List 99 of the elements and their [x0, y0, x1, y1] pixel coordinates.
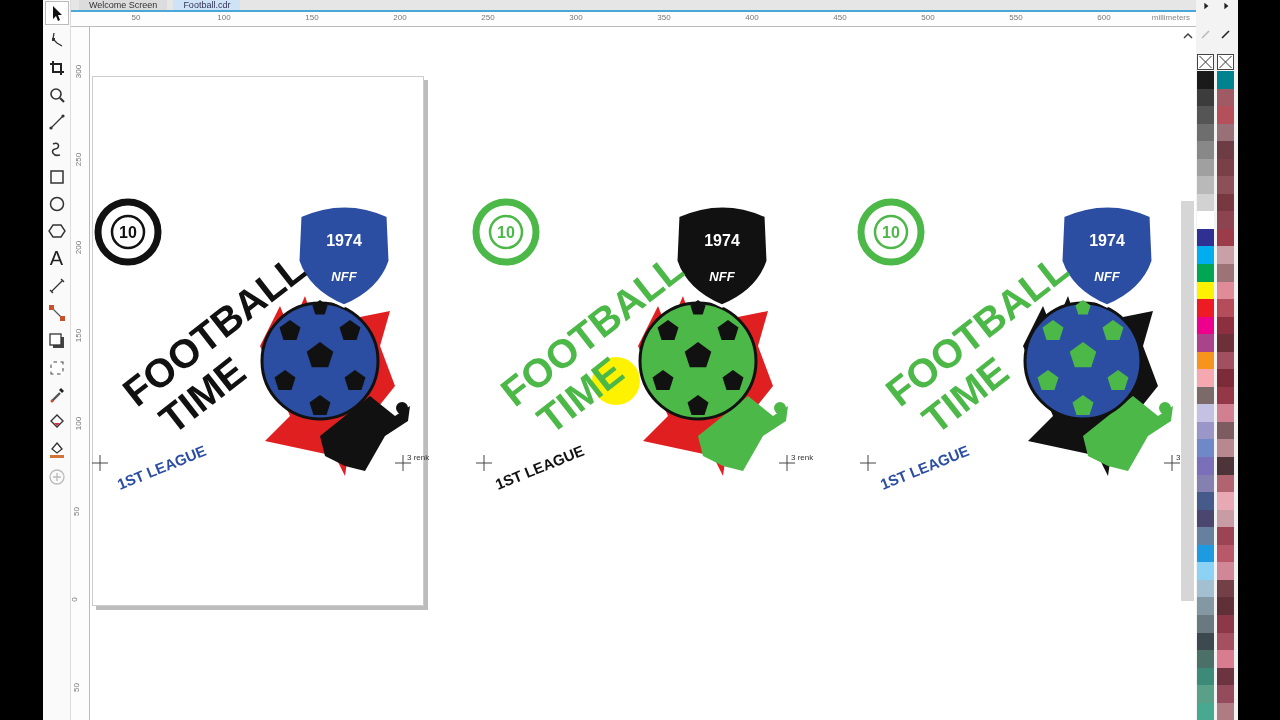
ruler-label: 450: [833, 13, 847, 22]
color-swatch[interactable]: [1217, 246, 1234, 264]
crosshair-icon: [393, 453, 413, 473]
color-swatch[interactable]: [1217, 299, 1234, 317]
ruler-label: 100: [217, 13, 231, 22]
ruler-label: 600: [1097, 13, 1111, 22]
crest-year: 1974: [326, 232, 362, 249]
connector-icon: [47, 304, 66, 323]
color-swatch[interactable]: [1217, 439, 1234, 458]
color-swatch[interactable]: [1217, 457, 1234, 475]
document-tab[interactable]: Football.cdr: [173, 0, 241, 10]
color-swatch[interactable]: [1217, 562, 1234, 580]
color-swatch[interactable]: [1217, 176, 1234, 194]
crest-initials: NFF: [1094, 269, 1120, 284]
polygon-icon: [47, 222, 66, 241]
crest-initials: NFF: [331, 269, 357, 284]
outline-pen-icon: [47, 440, 66, 459]
ruler-label: 550: [1009, 13, 1023, 22]
color-swatch[interactable]: [1217, 597, 1234, 615]
color-swatch[interactable]: [1217, 334, 1234, 352]
marker-label: 3 renk: [407, 453, 430, 462]
crosshair-icon: [1162, 453, 1180, 473]
ruler-label: 200: [393, 13, 407, 22]
crop-icon: [47, 58, 66, 77]
pick-tool-button[interactable]: [45, 2, 68, 24]
eyedropper-icon[interactable]: [1219, 28, 1232, 40]
color-swatch[interactable]: [1217, 141, 1234, 159]
text-tool[interactable]: A: [45, 247, 68, 270]
color-swatch[interactable]: [1197, 492, 1214, 510]
crosshair-icon: [474, 453, 494, 473]
ruler-unit: millimeters: [1151, 13, 1190, 22]
color-swatch[interactable]: [1197, 404, 1214, 422]
scroll-up-icon[interactable]: [1182, 31, 1194, 41]
rectangle-icon: [47, 167, 66, 186]
scroll-arrow-icon[interactable]: [1221, 2, 1230, 10]
color-swatch[interactable]: [1197, 264, 1214, 282]
color-swatch[interactable]: [1197, 597, 1214, 615]
crest-initials: NFF: [709, 269, 735, 284]
color-swatch[interactable]: [1197, 439, 1214, 458]
crest-year: 1974: [704, 232, 740, 249]
dimension-icon: [47, 276, 66, 295]
line-tool-icon: [47, 113, 66, 132]
ruler-label: 250: [481, 13, 495, 22]
color-swatch[interactable]: [1197, 299, 1214, 317]
ruler-label: 400: [745, 13, 759, 22]
ruler-label: 250: [74, 152, 84, 167]
ruler-label: 350: [657, 13, 671, 22]
search-icon: [47, 85, 66, 104]
ruler-label: 50: [71, 507, 81, 516]
crest-year: 1974: [1089, 232, 1125, 249]
color-swatch[interactable]: [1217, 650, 1234, 668]
badge-number: 10: [119, 224, 137, 241]
color-swatch[interactable]: [1197, 334, 1214, 352]
crosshair-icon: [777, 453, 797, 473]
color-swatch[interactable]: [1217, 527, 1234, 545]
color-swatch[interactable]: [1217, 404, 1234, 422]
color-swatch[interactable]: [1197, 457, 1214, 475]
color-swatch[interactable]: [1217, 492, 1234, 510]
document-tab[interactable]: Welcome Screen: [79, 0, 168, 10]
color-swatch[interactable]: [1197, 527, 1214, 545]
color-swatch[interactable]: [1197, 246, 1214, 264]
color-swatch[interactable]: [1197, 650, 1214, 668]
color-swatch[interactable]: [1197, 369, 1214, 387]
color-swatch[interactable]: [1217, 106, 1234, 124]
ruler-label: 300: [74, 64, 84, 79]
color-swatch[interactable]: [1217, 71, 1234, 89]
ruler-label: 50: [71, 683, 81, 692]
badge-number: 10: [497, 224, 515, 241]
crosshair-icon: [90, 453, 110, 473]
add-icon: [47, 468, 66, 487]
no-color-swatch[interactable]: [1197, 54, 1214, 70]
scrollbar-thumb[interactable]: [1181, 201, 1194, 601]
no-color-swatch[interactable]: [1217, 54, 1234, 70]
color-swatch[interactable]: [1197, 685, 1214, 703]
color-swatch[interactable]: [1197, 106, 1214, 124]
ruler-label: 150: [305, 13, 319, 22]
scroll-arrow-icon[interactable]: [1201, 2, 1210, 10]
ruler-label: 200: [74, 240, 84, 255]
color-swatch[interactable]: [1217, 369, 1234, 387]
marker-label: 3: [1176, 453, 1180, 462]
ruler-label: 50: [131, 13, 141, 22]
color-swatch[interactable]: [1217, 685, 1234, 703]
ruler-label: 500: [921, 13, 935, 22]
color-swatch[interactable]: [1197, 562, 1214, 580]
color-swatch[interactable]: [1197, 176, 1214, 194]
color-swatch[interactable]: [1217, 211, 1234, 229]
ruler-label: 100: [74, 416, 84, 431]
color-swatch[interactable]: [1197, 71, 1214, 89]
ruler-label: 300: [569, 13, 583, 22]
crosshair-icon: [858, 453, 878, 473]
color-swatch[interactable]: [1197, 211, 1214, 229]
ruler-label: 150: [74, 328, 84, 343]
ellipse-icon: [47, 195, 66, 214]
badge-number: 10: [882, 224, 900, 241]
shadow-icon: [47, 331, 66, 350]
color-swatch[interactable]: [1197, 141, 1214, 159]
ruler-label: 0: [69, 597, 79, 602]
marker-label: 3 renk: [791, 453, 814, 462]
color-swatch[interactable]: [1217, 264, 1234, 282]
